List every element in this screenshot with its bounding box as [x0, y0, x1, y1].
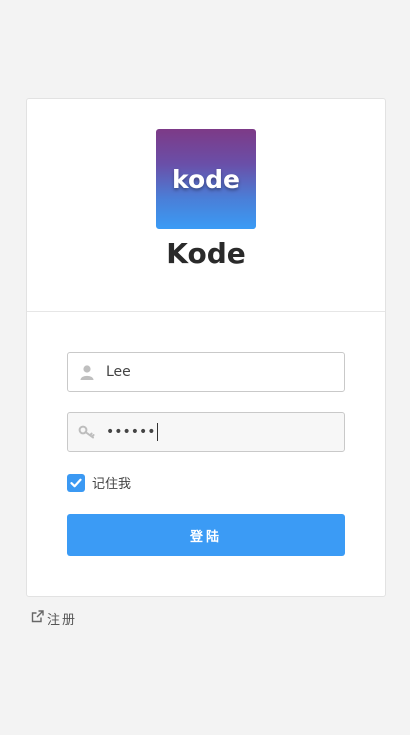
- remember-label: 记住我: [92, 477, 132, 492]
- password-field[interactable]: ••••••: [67, 412, 345, 452]
- card-header: kode Kode: [27, 99, 385, 312]
- brand-title: Kode: [166, 237, 246, 270]
- username-value: Lee: [106, 364, 131, 380]
- register-link[interactable]: 注册: [31, 609, 77, 628]
- logo-text: kode: [172, 164, 240, 194]
- key-icon: [68, 425, 106, 439]
- user-icon: [68, 364, 106, 380]
- kode-logo: kode: [156, 129, 256, 229]
- login-button[interactable]: 登陆: [67, 514, 345, 556]
- login-card: kode Kode Lee •••••• 记住我 登陆: [26, 98, 386, 597]
- check-icon: [70, 478, 82, 487]
- register-label: 注册: [47, 613, 78, 628]
- username-field[interactable]: Lee: [67, 352, 345, 392]
- text-caret: [156, 423, 158, 441]
- remember-me[interactable]: 记住我: [67, 473, 131, 492]
- external-link-icon: [31, 610, 44, 627]
- remember-checkbox[interactable]: [67, 473, 85, 492]
- password-value: ••••••: [106, 423, 158, 441]
